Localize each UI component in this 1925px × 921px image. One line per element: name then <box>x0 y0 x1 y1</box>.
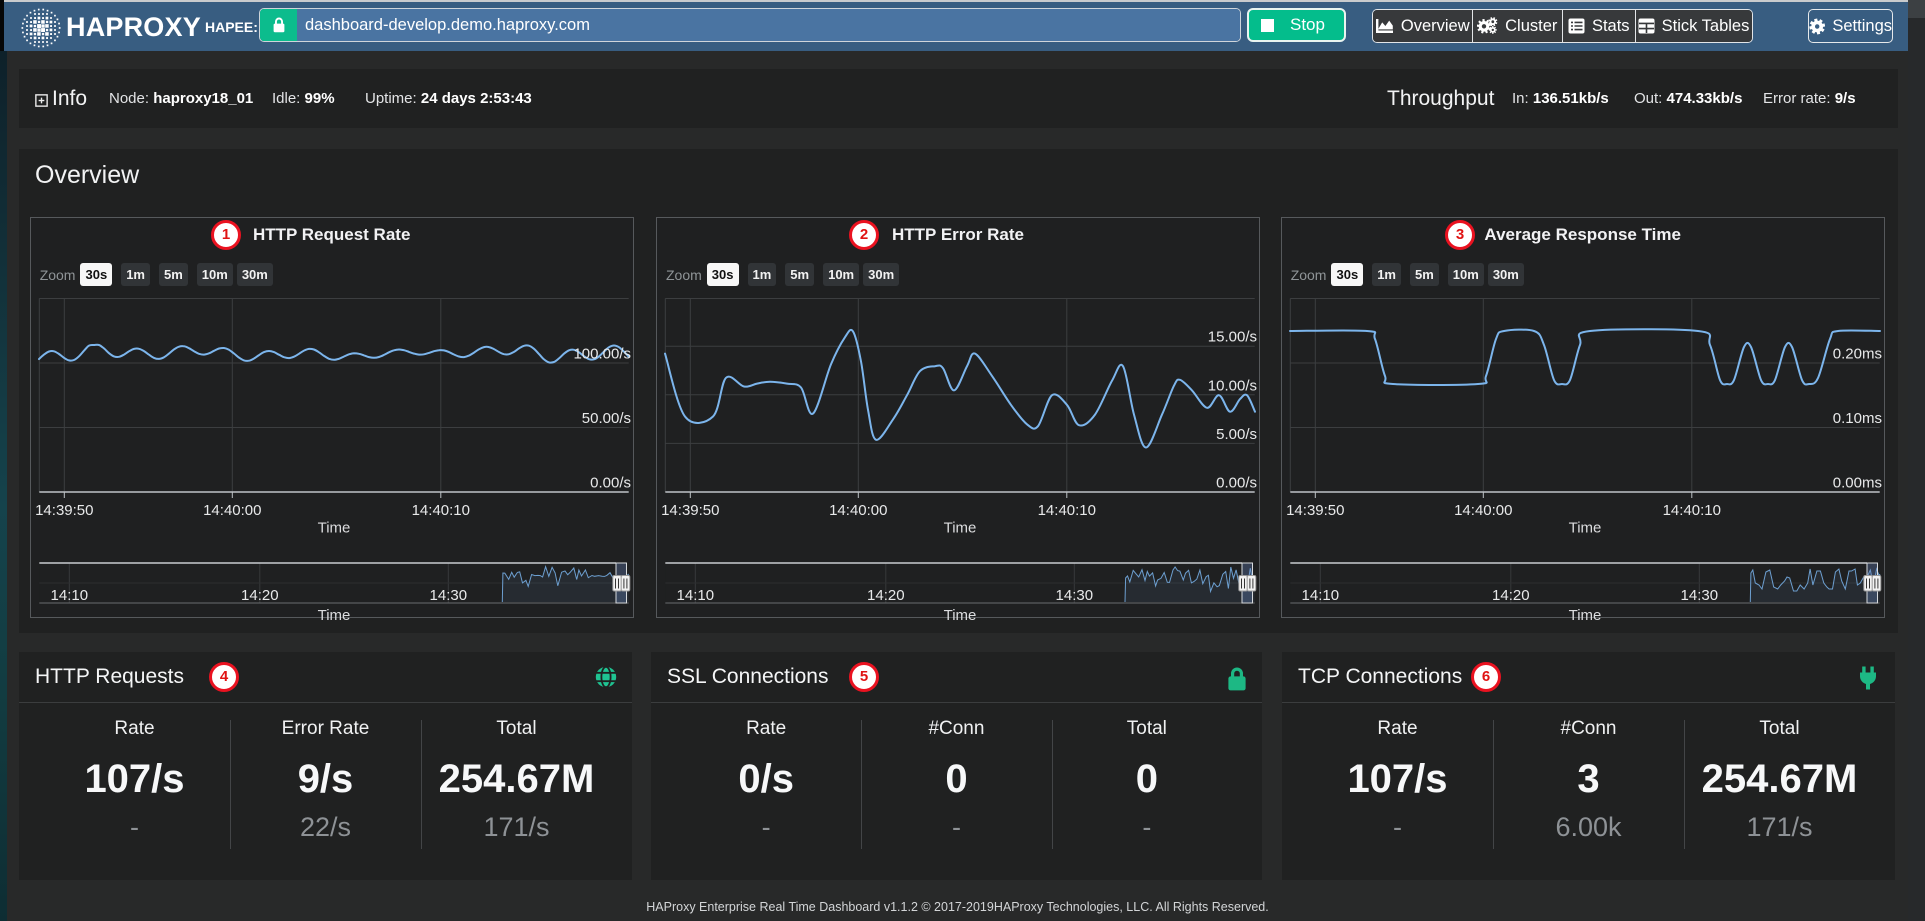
svg-text:14:20: 14:20 <box>241 587 279 604</box>
svg-text:Time: Time <box>317 520 350 537</box>
svg-text:14:40:00: 14:40:00 <box>829 502 887 519</box>
svg-text:14:39:50: 14:39:50 <box>35 502 93 519</box>
svg-text:0.00ms: 0.00ms <box>1832 475 1881 492</box>
svg-text:10.00/s: 10.00/s <box>1208 377 1257 394</box>
svg-text:5.00/s: 5.00/s <box>1216 426 1257 443</box>
svg-text:Time: Time <box>1568 607 1601 624</box>
svg-text:0.20ms: 0.20ms <box>1832 346 1881 363</box>
svg-text:0.00/s: 0.00/s <box>1216 475 1257 492</box>
svg-text:14:10: 14:10 <box>50 587 88 604</box>
svg-text:14:30: 14:30 <box>1680 587 1718 604</box>
svg-text:Time: Time <box>944 520 977 537</box>
svg-text:14:39:50: 14:39:50 <box>661 502 719 519</box>
svg-text:14:39:50: 14:39:50 <box>1286 502 1344 519</box>
svg-text:14:40:10: 14:40:10 <box>1662 502 1720 519</box>
svg-text:14:20: 14:20 <box>867 587 905 604</box>
svg-text:14:10: 14:10 <box>1301 587 1339 604</box>
svg-text:Time: Time <box>1568 520 1601 537</box>
svg-text:14:40:10: 14:40:10 <box>411 502 469 519</box>
svg-text:50.00/s: 50.00/s <box>581 410 630 427</box>
svg-text:14:10: 14:10 <box>677 587 715 604</box>
svg-text:14:30: 14:30 <box>1056 587 1094 604</box>
svg-text:14:40:00: 14:40:00 <box>1454 502 1512 519</box>
svg-text:0.10ms: 0.10ms <box>1832 410 1881 427</box>
svg-text:14:40:10: 14:40:10 <box>1038 502 1096 519</box>
svg-text:14:40:00: 14:40:00 <box>203 502 261 519</box>
svg-text:14:30: 14:30 <box>429 587 467 604</box>
svg-text:Time: Time <box>944 607 977 624</box>
svg-text:14:20: 14:20 <box>1492 587 1530 604</box>
svg-text:0.00/s: 0.00/s <box>590 475 631 492</box>
svg-text:100.00/s: 100.00/s <box>573 346 631 363</box>
svg-text:Time: Time <box>317 607 350 624</box>
svg-text:15.00/s: 15.00/s <box>1208 329 1257 346</box>
